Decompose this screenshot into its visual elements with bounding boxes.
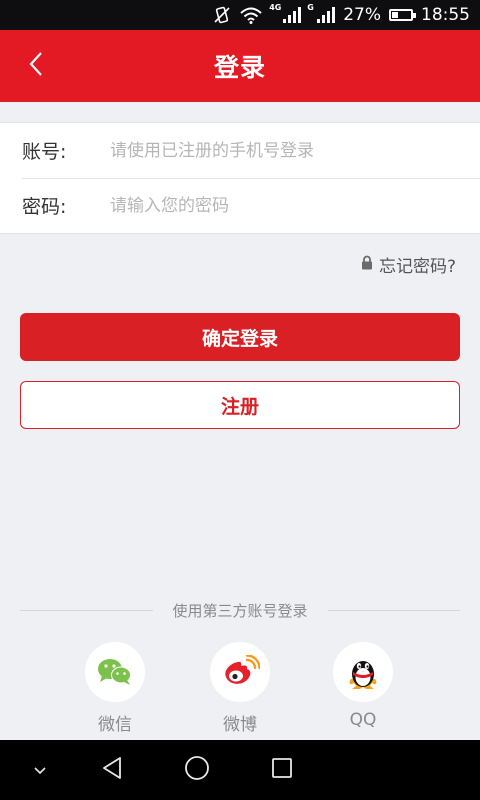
divider-line-right bbox=[327, 610, 461, 611]
header-bar: 登录 bbox=[0, 30, 480, 102]
nav-back-button[interactable] bbox=[92, 750, 132, 790]
qq-label: QQ bbox=[349, 710, 377, 730]
vibrate-icon bbox=[213, 6, 231, 24]
chevron-down-icon bbox=[33, 761, 47, 780]
square-recents-icon bbox=[271, 757, 293, 783]
password-input[interactable] bbox=[110, 195, 460, 216]
account-label: 账号: bbox=[22, 141, 67, 163]
triangle-back-icon bbox=[101, 756, 123, 784]
password-label: 密码: bbox=[22, 196, 67, 218]
account-input[interactable] bbox=[110, 140, 460, 161]
weibo-icon bbox=[210, 642, 270, 702]
divider-line-left bbox=[20, 610, 153, 611]
clock: 18:55 bbox=[421, 5, 470, 25]
page-title: 登录 bbox=[213, 53, 266, 82]
lock-icon bbox=[361, 255, 373, 275]
third-party-title: 使用第三方账号登录 bbox=[172, 602, 308, 620]
forgot-password-link[interactable]: 忘记密码? bbox=[361, 252, 456, 277]
qq-login-button[interactable]: QQ bbox=[323, 642, 403, 730]
password-row: 密码: bbox=[0, 178, 480, 233]
third-party-divider: 使用第三方账号登录 bbox=[20, 600, 461, 621]
status-bar: 4G G 27% 18:55 bbox=[0, 0, 480, 30]
nav-home-button[interactable] bbox=[177, 750, 217, 790]
register-button[interactable]: 注册 bbox=[20, 381, 460, 429]
login-form: 账号: 密码: bbox=[0, 122, 480, 234]
battery-icon bbox=[389, 9, 416, 21]
system-nav-bar bbox=[0, 740, 480, 800]
signal-4g-icon: 4G bbox=[269, 3, 302, 23]
circle-home-icon bbox=[184, 755, 210, 785]
battery-percent: 27% bbox=[343, 5, 381, 25]
weibo-label: 微博 bbox=[223, 715, 257, 735]
wechat-label: 微信 bbox=[98, 715, 132, 735]
chevron-left-icon bbox=[27, 50, 45, 82]
wechat-icon bbox=[85, 642, 145, 702]
account-row: 账号: bbox=[0, 123, 480, 178]
qq-icon bbox=[333, 642, 393, 702]
wifi-icon bbox=[239, 6, 263, 24]
nav-recents-button[interactable] bbox=[262, 750, 302, 790]
wechat-login-button[interactable]: 微信 bbox=[75, 642, 155, 735]
forgot-password-label: 忘记密码? bbox=[378, 257, 456, 277]
weibo-login-button[interactable]: 微博 bbox=[200, 642, 280, 735]
login-button[interactable]: 确定登录 bbox=[20, 313, 460, 361]
back-button[interactable] bbox=[16, 46, 56, 86]
hide-nav-button[interactable] bbox=[20, 750, 60, 790]
signal-g-icon: G bbox=[307, 3, 336, 23]
